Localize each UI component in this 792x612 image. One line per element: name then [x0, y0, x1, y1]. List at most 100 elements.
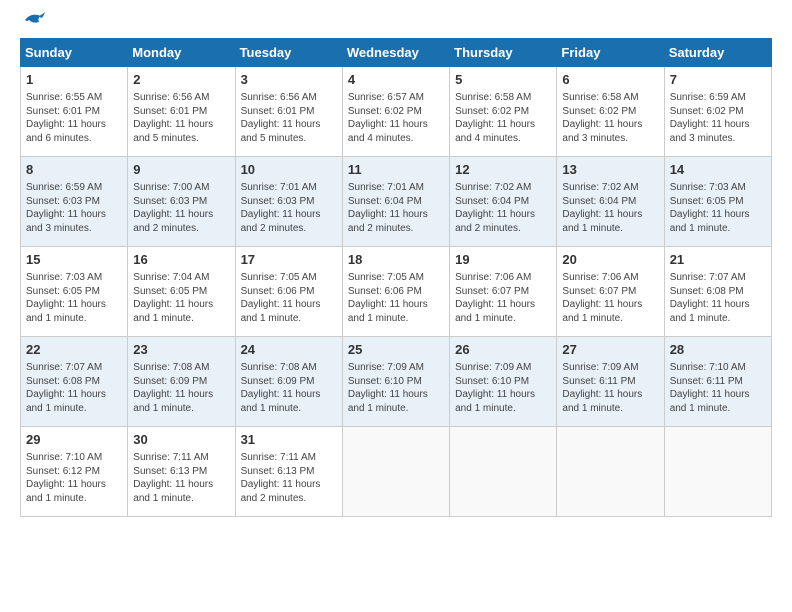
day-number: 8 — [26, 161, 122, 179]
day-info: Sunrise: 7:01 AM Sunset: 6:03 PM Dayligh… — [241, 181, 337, 235]
day-info: Sunrise: 7:09 AM Sunset: 6:10 PM Dayligh… — [348, 361, 444, 415]
day-info: Sunrise: 6:56 AM Sunset: 6:01 PM Dayligh… — [241, 91, 337, 145]
day-info: Sunrise: 7:06 AM Sunset: 6:07 PM Dayligh… — [455, 271, 551, 325]
weekday-header: Wednesday — [342, 39, 449, 67]
day-number: 11 — [348, 161, 444, 179]
calendar-cell: 30 Sunrise: 7:11 AM Sunset: 6:13 PM Dayli… — [128, 427, 235, 517]
day-info: Sunrise: 6:58 AM Sunset: 6:02 PM Dayligh… — [455, 91, 551, 145]
calendar-week-row: 22 Sunrise: 7:07 AM Sunset: 6:08 PM Dayli… — [21, 337, 772, 427]
weekday-header: Tuesday — [235, 39, 342, 67]
day-info: Sunrise: 7:03 AM Sunset: 6:05 PM Dayligh… — [670, 181, 766, 235]
day-info: Sunrise: 7:05 AM Sunset: 6:06 PM Dayligh… — [348, 271, 444, 325]
calendar-cell: 4 Sunrise: 6:57 AM Sunset: 6:02 PM Daylig… — [342, 67, 449, 157]
calendar-cell: 26 Sunrise: 7:09 AM Sunset: 6:10 PM Dayli… — [450, 337, 557, 427]
calendar-cell: 24 Sunrise: 7:08 AM Sunset: 6:09 PM Dayli… — [235, 337, 342, 427]
calendar-table: SundayMondayTuesdayWednesdayThursdayFrid… — [20, 38, 772, 517]
day-info: Sunrise: 7:10 AM Sunset: 6:11 PM Dayligh… — [670, 361, 766, 415]
calendar-week-row: 1 Sunrise: 6:55 AM Sunset: 6:01 PM Daylig… — [21, 67, 772, 157]
day-info: Sunrise: 6:58 AM Sunset: 6:02 PM Dayligh… — [562, 91, 658, 145]
day-info: Sunrise: 6:56 AM Sunset: 6:01 PM Dayligh… — [133, 91, 229, 145]
day-info: Sunrise: 7:10 AM Sunset: 6:12 PM Dayligh… — [26, 451, 122, 505]
day-info: Sunrise: 7:07 AM Sunset: 6:08 PM Dayligh… — [670, 271, 766, 325]
calendar-cell: 13Sunrise: 7:02 AM Sunset: 6:04 PM Dayli… — [557, 157, 664, 247]
day-number: 7 — [670, 71, 766, 89]
day-number: 21 — [670, 251, 766, 269]
calendar-cell: 31 Sunrise: 7:11 AM Sunset: 6:13 PM Dayli… — [235, 427, 342, 517]
day-number: 16 — [133, 251, 229, 269]
calendar-week-row: 29 Sunrise: 7:10 AM Sunset: 6:12 PM Dayli… — [21, 427, 772, 517]
day-info: Sunrise: 7:04 AM Sunset: 6:05 PM Dayligh… — [133, 271, 229, 325]
day-number: 19 — [455, 251, 551, 269]
day-info: Sunrise: 6:57 AM Sunset: 6:02 PM Dayligh… — [348, 91, 444, 145]
day-number: 14 — [670, 161, 766, 179]
weekday-header: Monday — [128, 39, 235, 67]
day-number: 20 — [562, 251, 658, 269]
day-number: 30 — [133, 431, 229, 449]
calendar-cell — [557, 427, 664, 517]
calendar-cell: 23 Sunrise: 7:08 AM Sunset: 6:09 PM Dayli… — [128, 337, 235, 427]
calendar-cell: 2 Sunrise: 6:56 AM Sunset: 6:01 PM Daylig… — [128, 67, 235, 157]
calendar-cell: 14 Sunrise: 7:03 AM Sunset: 6:05 PM Dayli… — [664, 157, 771, 247]
day-info: Sunrise: 7:05 AM Sunset: 6:06 PM Dayligh… — [241, 271, 337, 325]
day-number: 29 — [26, 431, 122, 449]
calendar-cell: 28 Sunrise: 7:10 AM Sunset: 6:11 PM Dayli… — [664, 337, 771, 427]
day-info: Sunrise: 6:55 AM Sunset: 6:01 PM Dayligh… — [26, 91, 122, 145]
logo-bird-icon — [23, 12, 45, 28]
day-info: Sunrise: 7:08 AM Sunset: 6:09 PM Dayligh… — [241, 361, 337, 415]
day-number: 28 — [670, 341, 766, 359]
calendar-cell: 8 Sunrise: 6:59 AM Sunset: 6:03 PM Daylig… — [21, 157, 128, 247]
day-info: Sunrise: 7:08 AM Sunset: 6:09 PM Dayligh… — [133, 361, 229, 415]
calendar-cell: 1 Sunrise: 6:55 AM Sunset: 6:01 PM Daylig… — [21, 67, 128, 157]
day-number: 13 — [562, 161, 658, 179]
calendar-cell: 10 Sunrise: 7:01 AM Sunset: 6:03 PM Dayli… — [235, 157, 342, 247]
calendar-cell — [664, 427, 771, 517]
calendar-cell: 29 Sunrise: 7:10 AM Sunset: 6:12 PM Dayli… — [21, 427, 128, 517]
day-number: 23 — [133, 341, 229, 359]
calendar-cell: 21 Sunrise: 7:07 AM Sunset: 6:08 PM Dayli… — [664, 247, 771, 337]
day-number: 31 — [241, 431, 337, 449]
day-number: 2 — [133, 71, 229, 89]
day-info: Sunrise: 7:01 AM Sunset: 6:04 PM Dayligh… — [348, 181, 444, 235]
calendar-cell: 22 Sunrise: 7:07 AM Sunset: 6:08 PM Dayli… — [21, 337, 128, 427]
day-info: Sunrise: 7:07 AM Sunset: 6:08 PM Dayligh… — [26, 361, 122, 415]
day-number: 27 — [562, 341, 658, 359]
day-info: Sunrise: 7:03 AM Sunset: 6:05 PM Dayligh… — [26, 271, 122, 325]
calendar-header-row: SundayMondayTuesdayWednesdayThursdayFrid… — [21, 39, 772, 67]
day-number: 4 — [348, 71, 444, 89]
weekday-header: Saturday — [664, 39, 771, 67]
day-info: Sunrise: 7:00 AM Sunset: 6:03 PM Dayligh… — [133, 181, 229, 235]
day-info: Sunrise: 7:11 AM Sunset: 6:13 PM Dayligh… — [241, 451, 337, 505]
calendar-cell: 20Sunrise: 7:06 AM Sunset: 6:07 PM Dayli… — [557, 247, 664, 337]
calendar-cell: 12Sunrise: 7:02 AM Sunset: 6:04 PM Dayli… — [450, 157, 557, 247]
calendar-cell: 25 Sunrise: 7:09 AM Sunset: 6:10 PM Dayli… — [342, 337, 449, 427]
day-info: Sunrise: 7:09 AM Sunset: 6:11 PM Dayligh… — [562, 361, 658, 415]
day-info: Sunrise: 6:59 AM Sunset: 6:03 PM Dayligh… — [26, 181, 122, 235]
calendar-cell — [342, 427, 449, 517]
day-number: 25 — [348, 341, 444, 359]
calendar-cell: 3Sunrise: 6:56 AM Sunset: 6:01 PM Daylig… — [235, 67, 342, 157]
calendar-cell: 11 Sunrise: 7:01 AM Sunset: 6:04 PM Dayli… — [342, 157, 449, 247]
day-number: 10 — [241, 161, 337, 179]
day-number: 26 — [455, 341, 551, 359]
day-number: 22 — [26, 341, 122, 359]
day-number: 6 — [562, 71, 658, 89]
day-number: 5 — [455, 71, 551, 89]
day-number: 9 — [133, 161, 229, 179]
day-info: Sunrise: 7:09 AM Sunset: 6:10 PM Dayligh… — [455, 361, 551, 415]
day-number: 1 — [26, 71, 122, 89]
day-number: 15 — [26, 251, 122, 269]
calendar-cell: 17Sunrise: 7:05 AM Sunset: 6:06 PM Dayli… — [235, 247, 342, 337]
calendar-cell — [450, 427, 557, 517]
day-number: 24 — [241, 341, 337, 359]
weekday-header: Thursday — [450, 39, 557, 67]
weekday-header: Sunday — [21, 39, 128, 67]
calendar-cell: 6 Sunrise: 6:58 AM Sunset: 6:02 PM Daylig… — [557, 67, 664, 157]
calendar-week-row: 15 Sunrise: 7:03 AM Sunset: 6:05 PM Dayli… — [21, 247, 772, 337]
day-number: 12 — [455, 161, 551, 179]
page-header — [20, 20, 772, 28]
logo — [20, 20, 45, 28]
calendar-cell: 9 Sunrise: 7:00 AM Sunset: 6:03 PM Daylig… — [128, 157, 235, 247]
day-info: Sunrise: 7:11 AM Sunset: 6:13 PM Dayligh… — [133, 451, 229, 505]
calendar-cell: 27 Sunrise: 7:09 AM Sunset: 6:11 PM Dayli… — [557, 337, 664, 427]
calendar-cell: 15 Sunrise: 7:03 AM Sunset: 6:05 PM Dayli… — [21, 247, 128, 337]
